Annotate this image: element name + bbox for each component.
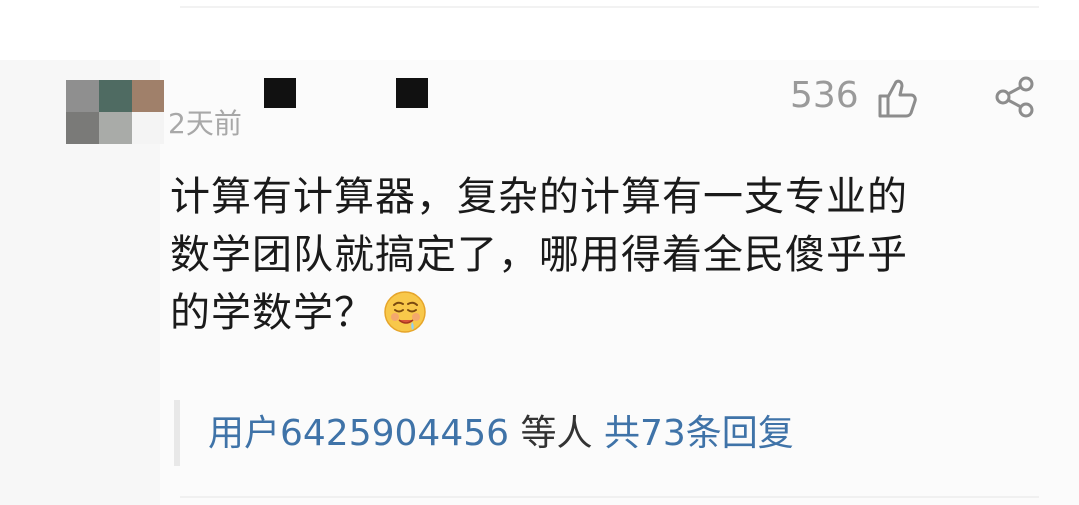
top-divider bbox=[180, 6, 1039, 8]
comment-text-line: 数学团队就搞定了，哪用得着全民傻乎乎 bbox=[170, 232, 908, 278]
reply-connector-text: 等人 bbox=[509, 413, 604, 454]
redacted-username-block bbox=[396, 78, 428, 108]
comment-timestamp: 2天前 bbox=[168, 107, 242, 140]
avatar[interactable] bbox=[66, 80, 164, 144]
share-icon[interactable] bbox=[994, 76, 1036, 118]
drooling-face-emoji-icon bbox=[384, 291, 426, 333]
comment-text: 计算有计算器，复杂的计算有一支专业的 数学团队就搞定了，哪用得着全民傻乎乎 的学… bbox=[170, 168, 1050, 342]
redacted-username-block bbox=[264, 78, 296, 108]
bottom-divider bbox=[180, 496, 1039, 498]
thumbs-up-icon[interactable] bbox=[874, 76, 918, 120]
comment-text-line: 的学数学？ bbox=[170, 290, 375, 336]
reply-user-link[interactable]: 用户6425904456 bbox=[208, 413, 509, 454]
reply-indicator-bar bbox=[174, 400, 180, 466]
like-count: 536 bbox=[790, 75, 859, 116]
comment-text-line: 计算有计算器，复杂的计算有一支专业的 bbox=[170, 174, 908, 220]
reply-summary[interactable]: 用户6425904456 等人 共73条回复 bbox=[208, 410, 794, 458]
reply-count-link[interactable]: 共73条回复 bbox=[604, 413, 794, 454]
comment-text-line-last: 的学数学？ bbox=[170, 284, 1050, 342]
